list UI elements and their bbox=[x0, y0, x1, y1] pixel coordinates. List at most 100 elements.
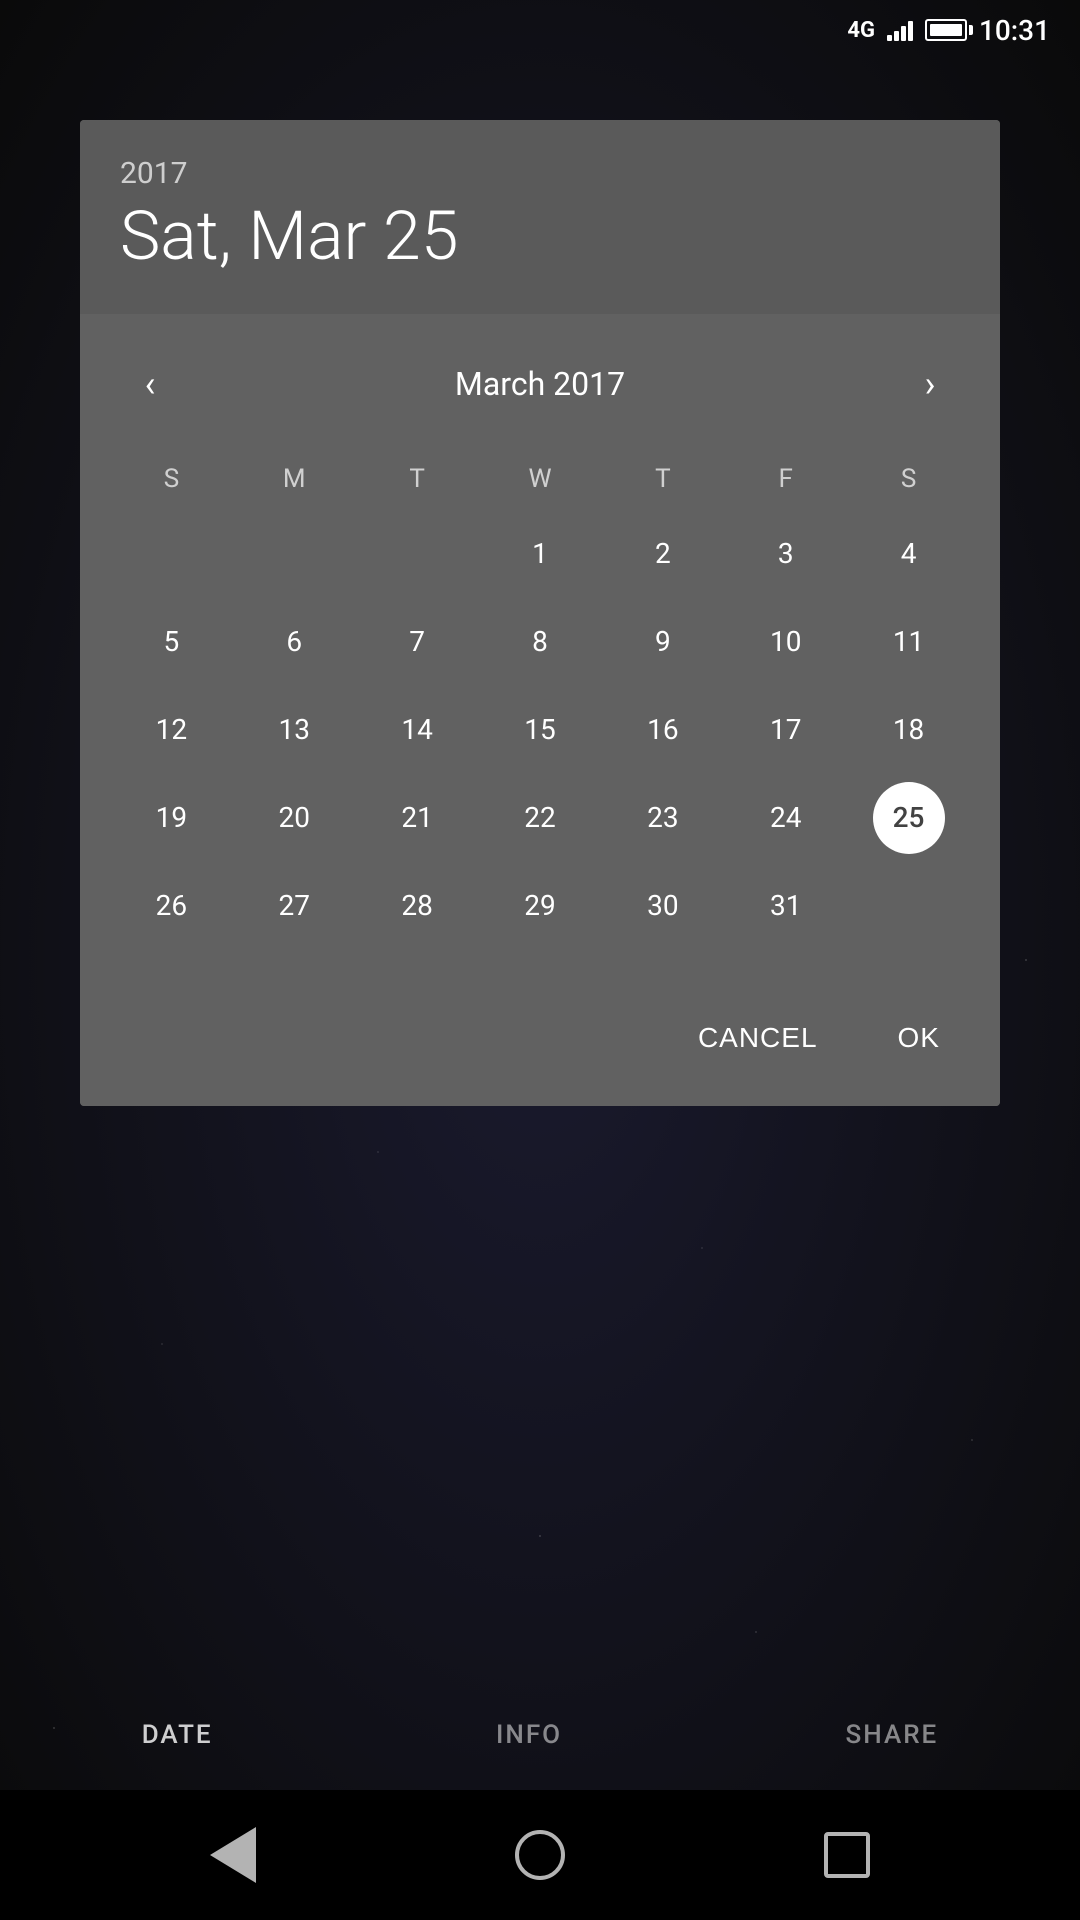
back-button[interactable] bbox=[198, 1820, 268, 1890]
status-bar: 4G 10:31 bbox=[0, 0, 1080, 60]
month-navigation: ‹ March 2017 › bbox=[110, 334, 970, 434]
calendar-cell-empty-1 bbox=[110, 514, 233, 594]
calendar-cell-12[interactable]: 12 bbox=[110, 690, 233, 770]
day-26[interactable]: 26 bbox=[135, 870, 207, 942]
dialog-header: 2017 Sat, Mar 25 bbox=[80, 120, 1000, 314]
day-20[interactable]: 20 bbox=[258, 782, 330, 854]
calendar-cell-25[interactable]: 25 bbox=[847, 778, 970, 858]
calendar-cell-22[interactable]: 22 bbox=[479, 778, 602, 858]
day-17[interactable]: 17 bbox=[750, 694, 822, 766]
calendar-cell-empty-3 bbox=[356, 514, 479, 594]
day-header-mon: M bbox=[233, 454, 356, 504]
month-year-label: March 2017 bbox=[455, 365, 625, 403]
calendar-cell-21[interactable]: 21 bbox=[356, 778, 479, 858]
day-25[interactable]: 25 bbox=[873, 782, 945, 854]
home-button[interactable] bbox=[505, 1820, 575, 1890]
calendar-cell-23[interactable]: 23 bbox=[601, 778, 724, 858]
calendar-cell-14[interactable]: 14 bbox=[356, 690, 479, 770]
next-month-button[interactable]: › bbox=[900, 354, 960, 414]
day-10[interactable]: 10 bbox=[750, 606, 822, 678]
calendar-cell-30[interactable]: 30 bbox=[601, 866, 724, 946]
calendar-cell-10[interactable]: 10 bbox=[724, 602, 847, 682]
prev-month-button[interactable]: ‹ bbox=[120, 354, 180, 414]
day-6[interactable]: 6 bbox=[258, 606, 330, 678]
calendar-cell-6[interactable]: 6 bbox=[233, 602, 356, 682]
recents-button[interactable] bbox=[812, 1820, 882, 1890]
day-1[interactable]: 1 bbox=[504, 518, 576, 590]
day-4[interactable]: 4 bbox=[873, 518, 945, 590]
date-picker-dialog: 2017 Sat, Mar 25 ‹ March 2017 › S M T W … bbox=[80, 120, 1000, 1106]
date-label: Sat, Mar 25 bbox=[120, 199, 960, 274]
calendar-cell-8[interactable]: 8 bbox=[479, 602, 602, 682]
day-13[interactable]: 13 bbox=[258, 694, 330, 766]
day-24[interactable]: 24 bbox=[750, 782, 822, 854]
tab-info[interactable]: INFO bbox=[466, 1710, 592, 1760]
cancel-button[interactable]: CANCEL bbox=[668, 1006, 848, 1070]
day-19[interactable]: 19 bbox=[135, 782, 207, 854]
clock: 10:31 bbox=[979, 14, 1050, 47]
tab-share[interactable]: SHARE bbox=[816, 1710, 969, 1760]
signal-bars-icon bbox=[887, 19, 913, 41]
calendar-cell-5[interactable]: 5 bbox=[110, 602, 233, 682]
calendar-cell-1[interactable]: 1 bbox=[479, 514, 602, 594]
day-23[interactable]: 23 bbox=[627, 782, 699, 854]
calendar-cell-empty-end bbox=[847, 866, 970, 946]
day-header-wed: W bbox=[479, 454, 602, 504]
calendar-grid: 1 2 3 4 5 6 7 8 9 10 11 12 13 14 15 16 1… bbox=[110, 514, 970, 946]
bottom-tab-bar: DATE INFO SHARE bbox=[0, 1690, 1080, 1780]
calendar-cell-20[interactable]: 20 bbox=[233, 778, 356, 858]
day-16[interactable]: 16 bbox=[627, 694, 699, 766]
calendar-cell-3[interactable]: 3 bbox=[724, 514, 847, 594]
calendar-cell-13[interactable]: 13 bbox=[233, 690, 356, 770]
calendar-cell-17[interactable]: 17 bbox=[724, 690, 847, 770]
day-12[interactable]: 12 bbox=[135, 694, 207, 766]
day-22[interactable]: 22 bbox=[504, 782, 576, 854]
calendar-cell-29[interactable]: 29 bbox=[479, 866, 602, 946]
tab-date[interactable]: DATE bbox=[112, 1710, 243, 1760]
day-header-fri: F bbox=[724, 454, 847, 504]
calendar-cell-24[interactable]: 24 bbox=[724, 778, 847, 858]
day-14[interactable]: 14 bbox=[381, 694, 453, 766]
back-icon bbox=[210, 1827, 256, 1883]
home-icon bbox=[515, 1830, 565, 1880]
day-31[interactable]: 31 bbox=[750, 870, 822, 942]
calendar-cell-26[interactable]: 26 bbox=[110, 866, 233, 946]
day-header-tue: T bbox=[356, 454, 479, 504]
network-badge: 4G bbox=[847, 18, 875, 43]
navigation-bar bbox=[0, 1790, 1080, 1920]
calendar-cell-4[interactable]: 4 bbox=[847, 514, 970, 594]
day-18[interactable]: 18 bbox=[873, 694, 945, 766]
calendar-cell-19[interactable]: 19 bbox=[110, 778, 233, 858]
calendar-cell-16[interactable]: 16 bbox=[601, 690, 724, 770]
battery-icon bbox=[925, 19, 967, 41]
day-headers: S M T W T F S bbox=[110, 454, 970, 504]
calendar-cell-9[interactable]: 9 bbox=[601, 602, 724, 682]
day-8[interactable]: 8 bbox=[504, 606, 576, 678]
day-15[interactable]: 15 bbox=[504, 694, 576, 766]
day-header-sun: S bbox=[110, 454, 233, 504]
calendar-cell-15[interactable]: 15 bbox=[479, 690, 602, 770]
day-27[interactable]: 27 bbox=[258, 870, 330, 942]
day-header-sat: S bbox=[847, 454, 970, 504]
day-21[interactable]: 21 bbox=[381, 782, 453, 854]
day-5[interactable]: 5 bbox=[135, 606, 207, 678]
ok-button[interactable]: OK bbox=[868, 1006, 970, 1070]
day-9[interactable]: 9 bbox=[627, 606, 699, 678]
day-7[interactable]: 7 bbox=[381, 606, 453, 678]
calendar-cell-7[interactable]: 7 bbox=[356, 602, 479, 682]
calendar-cell-27[interactable]: 27 bbox=[233, 866, 356, 946]
calendar-cell-31[interactable]: 31 bbox=[724, 866, 847, 946]
dialog-actions: CANCEL OK bbox=[80, 986, 1000, 1106]
calendar-cell-11[interactable]: 11 bbox=[847, 602, 970, 682]
day-header-thu: T bbox=[601, 454, 724, 504]
day-30[interactable]: 30 bbox=[627, 870, 699, 942]
year-label: 2017 bbox=[120, 156, 960, 191]
calendar-cell-2[interactable]: 2 bbox=[601, 514, 724, 594]
day-11[interactable]: 11 bbox=[873, 606, 945, 678]
day-29[interactable]: 29 bbox=[504, 870, 576, 942]
day-2[interactable]: 2 bbox=[627, 518, 699, 590]
calendar-cell-18[interactable]: 18 bbox=[847, 690, 970, 770]
day-3[interactable]: 3 bbox=[750, 518, 822, 590]
day-28[interactable]: 28 bbox=[381, 870, 453, 942]
calendar-cell-28[interactable]: 28 bbox=[356, 866, 479, 946]
